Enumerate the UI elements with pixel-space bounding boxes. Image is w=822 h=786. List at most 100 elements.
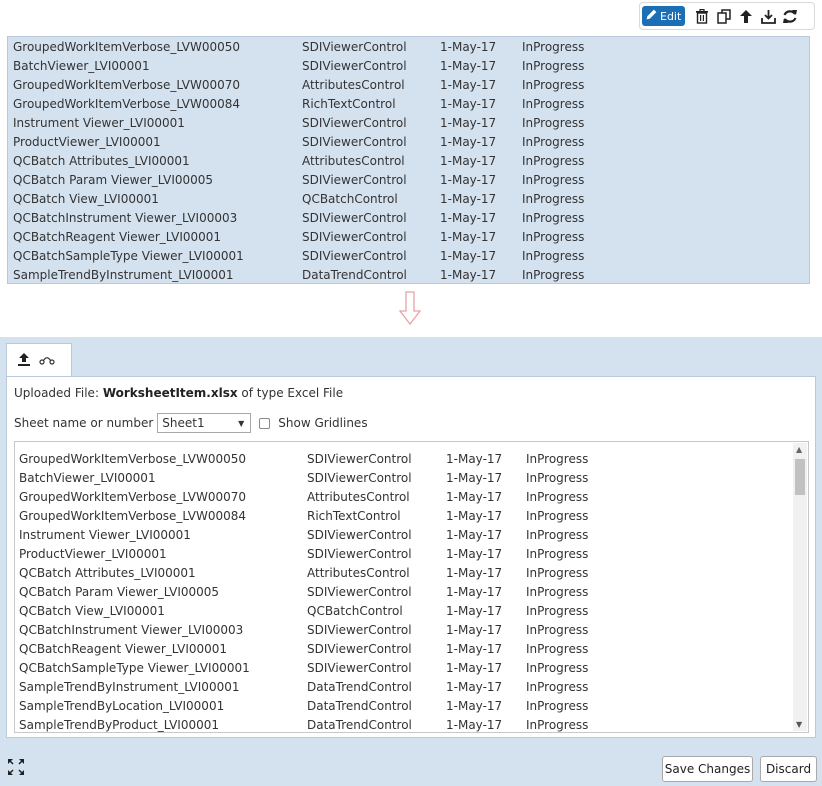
upload-content: Uploaded File: WorksheetItem.xlsx of typ… (6, 376, 816, 738)
table-row[interactable]: QCBatch Attributes_LVI00001 AttributesCon… (8, 151, 809, 170)
chevron-down-icon: ▼ (238, 418, 245, 428)
gridlines-label: Show Gridlines (278, 416, 368, 430)
table-cell: InProgress (526, 603, 589, 618)
table-row[interactable]: QCBatch View_LVI00001 QCBatchControl 1-May… (8, 189, 809, 208)
table-cell: 1-May-17 (440, 58, 497, 73)
table-row[interactable]: GroupedWorkItemVerbose_LVW00084 RichTextC… (19, 506, 789, 525)
table-cell: GroupedWorkItemVerbose_LVW00050 (19, 451, 247, 466)
table-cell: InProgress (522, 191, 585, 206)
table-cell: GroupedWorkItemVerbose_LVW00050 (13, 39, 241, 54)
table-cell: BatchViewer_LVI00001 (13, 58, 150, 73)
table-cell: InProgress (526, 698, 589, 713)
table-cell: 1-May-17 (446, 489, 503, 504)
table-cell: QCBatchSampleType Viewer_LVI00001 (13, 248, 244, 263)
table-cell: BatchViewer_LVI00001 (19, 470, 156, 485)
arrow-up-icon[interactable] (735, 5, 757, 27)
table-cell: ProductViewer_LVI00001 (19, 546, 167, 561)
table-cell: AttributesControl (302, 153, 405, 168)
table-cell: InProgress (526, 470, 589, 485)
table-cell: QCBatch Attributes_LVI00001 (13, 153, 190, 168)
pencil-icon (645, 8, 658, 24)
table-cell: InProgress (522, 172, 585, 187)
table-cell: DataTrendControl (307, 698, 412, 713)
table-row[interactable]: QCBatch Param Viewer_LVI00005 SDIViewerCo… (19, 582, 789, 601)
link-icon[interactable] (39, 354, 55, 368)
top-data-table: GroupedWorkItemVerbose_LVW00050 SDIViewer… (7, 36, 810, 284)
table-row[interactable]: QCBatchInstrument Viewer_LVI00003 SDIView… (19, 620, 789, 639)
scroll-down-icon[interactable]: ▼ (796, 720, 802, 729)
table-row[interactable]: SampleTrendByInstrument_LVI00001 DataTren… (19, 677, 789, 696)
table-row[interactable]: ProductViewer_LVI00001 SDIViewerControl 1-… (19, 544, 789, 563)
table-cell: InProgress (522, 134, 585, 149)
table-cell: GroupedWorkItemVerbose_LVW00084 (19, 508, 247, 523)
uploaded-filename: WorksheetItem.xlsx (102, 386, 238, 400)
table-cell: SDIViewerControl (302, 39, 407, 54)
table-row[interactable]: QCBatchInstrument Viewer_LVI00003 SDIView… (8, 208, 809, 227)
table-row[interactable]: Instrument Viewer_LVI00001 SDIViewerContr… (19, 525, 789, 544)
table-cell: InProgress (522, 210, 585, 225)
table-row[interactable]: BatchViewer_LVI00001 SDIViewerControl 1-Ma… (19, 468, 789, 487)
table-row[interactable]: GroupedWorkItemVerbose_LVW00084 RichTextC… (8, 94, 809, 113)
table-cell: QCBatchInstrument Viewer_LVI00003 (19, 622, 244, 637)
table-row[interactable]: GroupedWorkItemVerbose_LVW00050 SDIViewer… (19, 449, 789, 468)
table-cell: 1-May-17 (440, 229, 497, 244)
table-row[interactable]: GroupedWorkItemVerbose_LVW00070 Attribute… (19, 487, 789, 506)
table-cell: SDIViewerControl (307, 451, 412, 466)
upload-icon[interactable] (17, 352, 31, 369)
table-row[interactable]: Instrument Viewer_LVI00001 SDIViewerContr… (8, 113, 809, 132)
table-row[interactable]: QCBatchReagent Viewer_LVI00001 SDIViewerC… (19, 639, 789, 658)
save-changes-button[interactable]: Save Changes (662, 756, 753, 782)
tab-upload[interactable] (6, 343, 72, 377)
table-row[interactable]: QCBatchSampleType Viewer_LVI00001 SDIView… (8, 246, 809, 265)
table-row[interactable]: SampleTrendByInstrument_LVI00001 DataTren… (8, 265, 809, 283)
table-cell: AttributesControl (302, 77, 405, 92)
table-cell: InProgress (522, 153, 585, 168)
table-cell: 1-May-17 (440, 134, 497, 149)
vertical-scrollbar[interactable]: ▲ ▼ (793, 443, 807, 731)
edit-button[interactable]: Edit (642, 6, 686, 26)
table-row[interactable]: SampleTrendByLocation_LVI00001 DataTrendC… (19, 696, 789, 715)
expand-icon[interactable] (6, 757, 26, 780)
refresh-icon[interactable] (779, 5, 801, 27)
table-cell: 1-May-17 (440, 115, 497, 130)
table-cell: 1-May-17 (446, 470, 503, 485)
table-cell: Instrument Viewer_LVI00001 (19, 527, 191, 542)
copy-icon[interactable] (713, 5, 735, 27)
table-row[interactable]: ProductViewer_LVI00001 SDIViewerControl 1-… (8, 132, 809, 151)
table-row[interactable]: QCBatch Attributes_LVI00001 AttributesCon… (19, 563, 789, 582)
table-cell: InProgress (526, 717, 589, 732)
table-cell: InProgress (526, 641, 589, 656)
table-cell: 1-May-17 (446, 660, 503, 675)
table-cell: QCBatch View_LVI00001 (19, 603, 165, 618)
preview-grid[interactable]: GroupedWorkItemVerbose_LVW00050 SDIViewer… (14, 441, 809, 733)
table-row[interactable]: QCBatch View_LVI00001 QCBatchControl 1-May… (19, 601, 789, 620)
table-row[interactable]: SampleTrendByProduct_LVI00001 DataTrendCo… (19, 715, 789, 732)
table-cell: 1-May-17 (440, 96, 497, 111)
download-icon[interactable] (757, 5, 779, 27)
scroll-thumb[interactable] (795, 459, 805, 495)
table-row[interactable]: QCBatchSampleType Viewer_LVI00001 SDIView… (19, 658, 789, 677)
table-row[interactable]: BatchViewer_LVI00001 SDIViewerControl 1-Ma… (8, 56, 809, 75)
table-cell: SDIViewerControl (302, 58, 407, 73)
table-cell: RichTextControl (302, 96, 396, 111)
table-cell: 1-May-17 (446, 717, 503, 732)
trash-icon[interactable] (691, 5, 713, 27)
table-cell: InProgress (522, 58, 585, 73)
gridlines-checkbox[interactable] (259, 417, 271, 429)
table-cell: 1-May-17 (440, 153, 497, 168)
table-cell: 1-May-17 (440, 210, 497, 225)
table-cell: InProgress (522, 248, 585, 263)
scroll-up-icon[interactable]: ▲ (796, 445, 802, 454)
preview-grid-rows: GroupedWorkItemVerbose_LVW00050 SDIViewer… (19, 449, 789, 732)
table-cell: QCBatchControl (302, 191, 398, 206)
table-row[interactable]: QCBatch Param Viewer_LVI00005 SDIViewerCo… (8, 170, 809, 189)
table-cell: AttributesControl (307, 565, 410, 580)
uploaded-file-info: Uploaded File: WorksheetItem.xlsx of typ… (14, 386, 343, 400)
discard-button[interactable]: Discard (760, 756, 817, 782)
table-row[interactable]: GroupedWorkItemVerbose_LVW00070 Attribute… (8, 75, 809, 94)
table-row[interactable]: GroupedWorkItemVerbose_LVW00050 SDIViewer… (8, 37, 809, 56)
table-row[interactable]: QCBatchReagent Viewer_LVI00001 SDIViewerC… (8, 227, 809, 246)
table-cell: 1-May-17 (440, 39, 497, 54)
sheet-select[interactable]: Sheet1 ▼ (157, 413, 252, 433)
table-cell: 1-May-17 (440, 248, 497, 263)
